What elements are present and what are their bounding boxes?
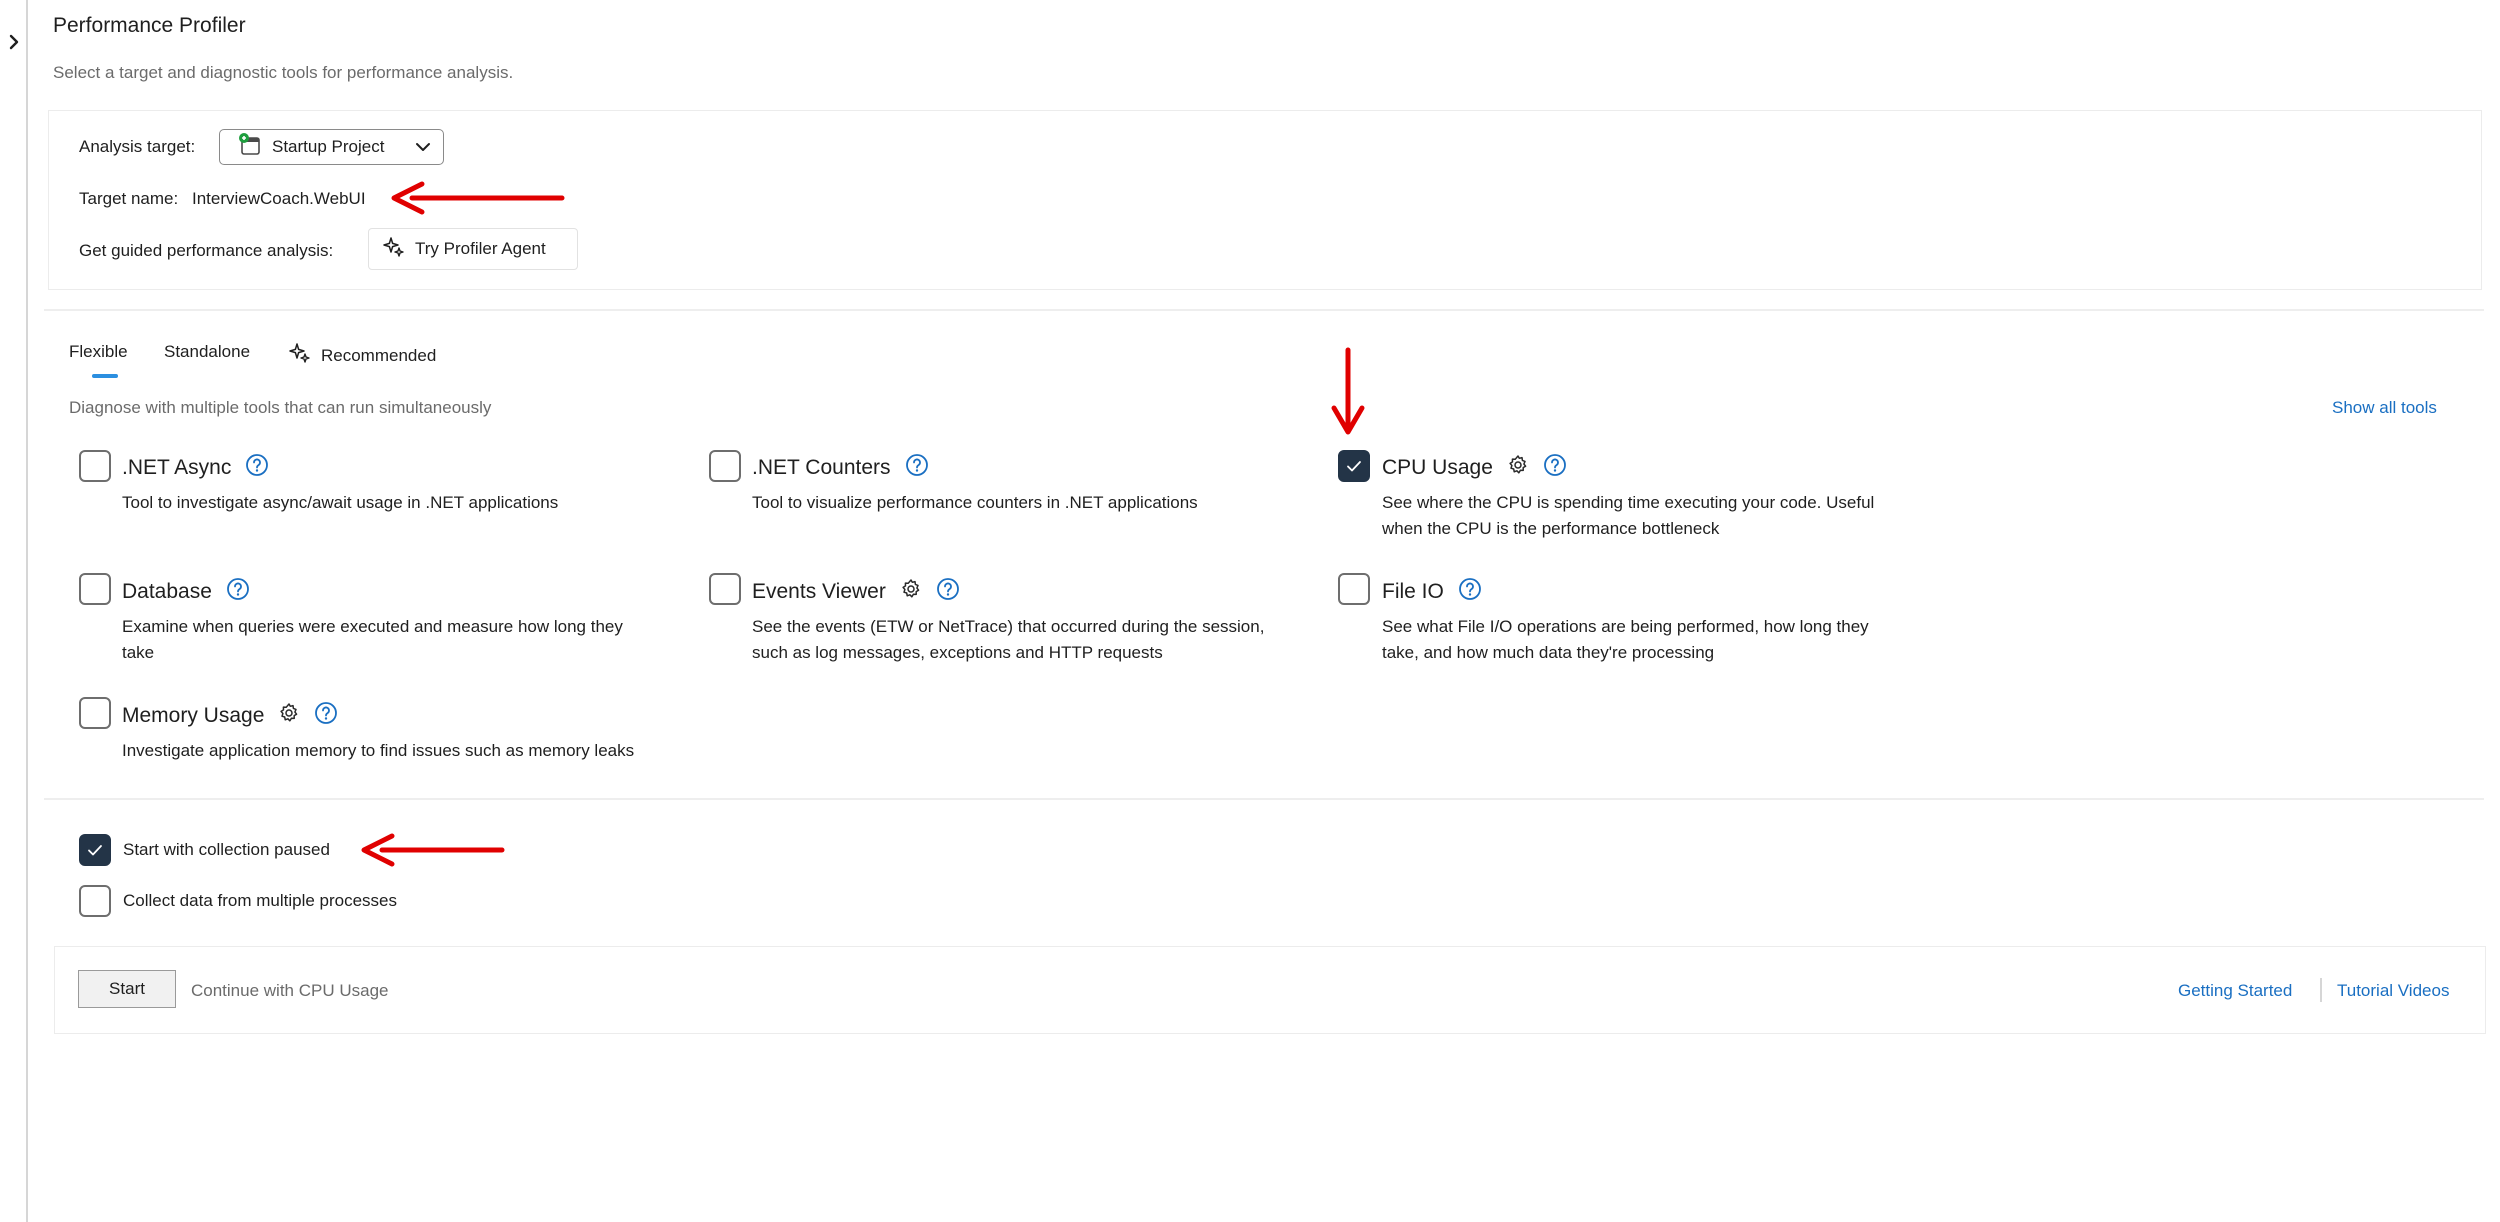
tools-description: Diagnose with multiple tools that can ru… [69, 398, 492, 417]
chevron-down-icon [413, 137, 433, 162]
events-viewer-title: Events Viewer [752, 577, 960, 607]
annotation-arrow-down-icon [1331, 347, 1365, 435]
events-viewer-name: Events Viewer [752, 580, 886, 603]
help-icon[interactable] [905, 453, 929, 483]
gear-icon[interactable] [278, 702, 300, 730]
divider [44, 798, 2484, 800]
help-icon[interactable] [314, 701, 338, 731]
start-paused-label: Start with collection paused [123, 840, 330, 859]
footer-panel [54, 946, 2486, 1034]
start-button[interactable]: Start [78, 970, 176, 1008]
active-tab-indicator [92, 374, 118, 378]
events-viewer-checkbox[interactable] [709, 573, 741, 605]
help-icon[interactable] [936, 577, 960, 607]
cpu-usage-checkbox[interactable] [1338, 450, 1370, 482]
checkmark-icon [88, 845, 102, 856]
memory-usage-title: Memory Usage [122, 701, 338, 731]
memory-usage-checkbox[interactable] [79, 697, 111, 729]
link-separator [2320, 978, 2322, 1002]
dotnet-async-description: Tool to investigate async/await usage in… [122, 493, 559, 512]
try-profiler-agent-button[interactable]: Try Profiler Agent [368, 228, 578, 270]
events-viewer-description: See the events (ETW or NetTrace) that oc… [752, 617, 1265, 662]
dotnet-counters-title: .NET Counters [752, 453, 929, 483]
gear-icon[interactable] [1507, 454, 1529, 482]
tab-flexible[interactable]: Flexible [69, 342, 128, 362]
multiple-processes-label: Collect data from multiple processes [123, 891, 398, 910]
try-profiler-agent-label: Try Profiler Agent [415, 239, 546, 258]
guided-analysis-label: Get guided performance analysis: [79, 241, 334, 260]
file-io-name: File IO [1382, 580, 1444, 603]
dotnet-counters-name: .NET Counters [752, 456, 891, 479]
file-io-title: File IO [1382, 577, 1482, 607]
start-paused-checkbox[interactable] [79, 834, 111, 866]
database-title: Database [122, 577, 250, 607]
annotation-arrow-left-icon [361, 833, 505, 867]
annotation-arrow-left-icon [391, 181, 565, 215]
analysis-target-dropdown[interactable]: Startup Project [219, 129, 444, 165]
help-icon[interactable] [1543, 453, 1567, 483]
expand-chevron-icon[interactable] [4, 30, 24, 54]
dotnet-counters-checkbox[interactable] [709, 450, 741, 482]
target-name-value: InterviewCoach.WebUI [192, 189, 366, 208]
dotnet-counters-description: Tool to visualize performance counters i… [752, 493, 1198, 512]
page-subtitle: Select a target and diagnostic tools for… [53, 63, 514, 82]
database-name: Database [122, 580, 212, 603]
collapsed-side-rail [0, 0, 28, 1222]
tutorial-videos-link[interactable]: Tutorial Videos [2337, 981, 2449, 1001]
target-name-label: Target name: [79, 189, 179, 208]
sparkle-icon [289, 342, 311, 369]
analysis-target-value: Startup Project [272, 137, 385, 156]
analysis-target-label: Analysis target: [79, 137, 196, 156]
divider [44, 309, 2484, 311]
cpu-usage-title: CPU Usage [1382, 453, 1567, 483]
help-icon[interactable] [226, 577, 250, 607]
cpu-usage-description: See where the CPU is spending time execu… [1382, 493, 1875, 538]
continue-text: Continue with CPU Usage [191, 981, 389, 1000]
page-title: Performance Profiler [53, 14, 246, 37]
memory-usage-description: Investigate application memory to find i… [122, 741, 635, 760]
dotnet-async-title: .NET Async [122, 453, 269, 483]
show-all-tools-link[interactable]: Show all tools [2332, 398, 2437, 418]
memory-usage-name: Memory Usage [122, 704, 265, 727]
database-checkbox[interactable] [79, 573, 111, 605]
cpu-usage-name: CPU Usage [1382, 456, 1493, 479]
multiple-processes-checkbox[interactable] [79, 885, 111, 917]
help-icon[interactable] [245, 453, 269, 483]
startup-project-icon [238, 132, 262, 162]
database-description: Examine when queries were executed and m… [122, 617, 623, 662]
checkmark-icon [1347, 461, 1361, 472]
help-icon[interactable] [1458, 577, 1482, 607]
getting-started-link[interactable]: Getting Started [2178, 981, 2292, 1001]
file-io-description: See what File I/O operations are being p… [1382, 617, 1869, 662]
dotnet-async-name: .NET Async [122, 456, 232, 479]
dotnet-async-checkbox[interactable] [79, 450, 111, 482]
file-io-checkbox[interactable] [1338, 573, 1370, 605]
tab-recommended[interactable]: Recommended [289, 342, 436, 369]
gear-icon[interactable] [900, 578, 922, 606]
tab-standalone[interactable]: Standalone [164, 342, 250, 362]
sparkle-icon [383, 236, 405, 263]
